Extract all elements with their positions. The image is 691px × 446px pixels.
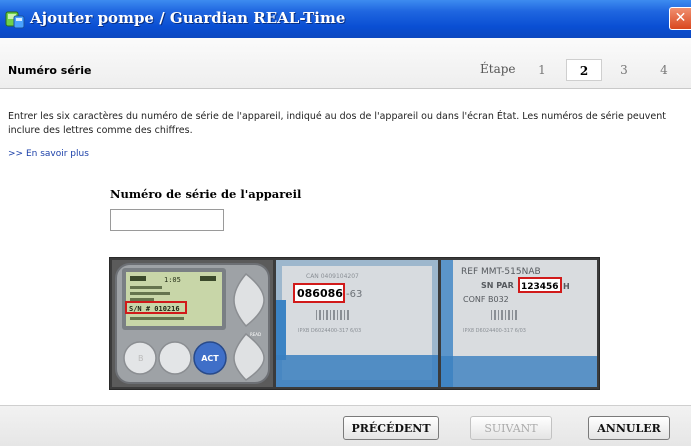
close-icon: ✕ bbox=[674, 10, 687, 26]
label2-ref: REF MMT-515NAB bbox=[461, 267, 541, 277]
step-title: Numéro série bbox=[8, 64, 92, 77]
learn-more-link[interactable]: >> En savoir plus bbox=[8, 149, 89, 159]
step-indicator-3: 3 bbox=[620, 63, 628, 77]
act-button-label: ACT bbox=[201, 354, 219, 363]
step-header: Numéro série Étape 1 2 3 4 bbox=[0, 38, 691, 89]
next-button[interactable]: SUIVANT bbox=[470, 416, 552, 440]
step-indicator-4: 4 bbox=[660, 63, 668, 77]
instructions-text: Entrer les six caractères du numéro de s… bbox=[8, 111, 666, 136]
pump-time-text: 1:05 bbox=[164, 276, 181, 284]
serial-number-input[interactable] bbox=[110, 209, 224, 231]
pump-back-image-2: REF MMT-515NAB SN PAR 123456 H CONF B032… bbox=[441, 260, 597, 387]
main-content: Entrer les six caractères du numéro de s… bbox=[0, 89, 691, 405]
window-title: Ajouter pompe / Guardian REAL-Time bbox=[30, 9, 346, 27]
previous-button[interactable]: PRÉCÉDENT bbox=[343, 416, 439, 440]
cancel-button[interactable]: ANNULER bbox=[588, 416, 670, 440]
pump-front-image: 1:05 S/N # 010216 READ ACT B bbox=[112, 260, 273, 387]
dialog-window: Ajouter pompe / Guardian REAL-Time ✕ Num… bbox=[0, 0, 691, 446]
app-icon bbox=[5, 11, 25, 29]
label1-header: CAN 0409104207 bbox=[306, 273, 359, 280]
label2-footer: IPX8 D6024400-317 6/03 bbox=[463, 328, 526, 334]
device-illustrations: 1:05 S/N # 010216 READ ACT B CAN 0409104… bbox=[109, 257, 600, 390]
svg-text:B: B bbox=[138, 354, 144, 363]
label1-serial: 086086 bbox=[297, 287, 343, 300]
step-indicator-1: 1 bbox=[538, 63, 546, 77]
step-label: Étape bbox=[480, 62, 516, 76]
label2-suffix: H bbox=[563, 282, 570, 291]
label2-sn-prefix: SN PAR bbox=[481, 281, 514, 290]
pump-back-image-1: CAN 0409104207 086086 -63 IPXB D6024400-… bbox=[276, 260, 438, 387]
step-indicator-2: 2 bbox=[566, 59, 602, 81]
dialog-footer: PRÉCÉDENT SUIVANT ANNULER bbox=[0, 405, 691, 446]
close-button[interactable]: ✕ bbox=[669, 7, 691, 30]
pump-serial-text: S/N # 010216 bbox=[129, 305, 180, 313]
title-bar[interactable]: Ajouter pompe / Guardian REAL-Time ✕ bbox=[0, 0, 691, 38]
svg-text:READ: READ bbox=[250, 332, 261, 337]
label2-conf: CONF B032 bbox=[463, 295, 509, 304]
label1-suffix: -63 bbox=[346, 289, 362, 300]
label1-footer: IPXB D6024400-317 6/03 bbox=[298, 328, 361, 334]
label2-serial: 123456 bbox=[521, 282, 559, 292]
serial-number-label: Numéro de série de l'appareil bbox=[110, 187, 302, 201]
